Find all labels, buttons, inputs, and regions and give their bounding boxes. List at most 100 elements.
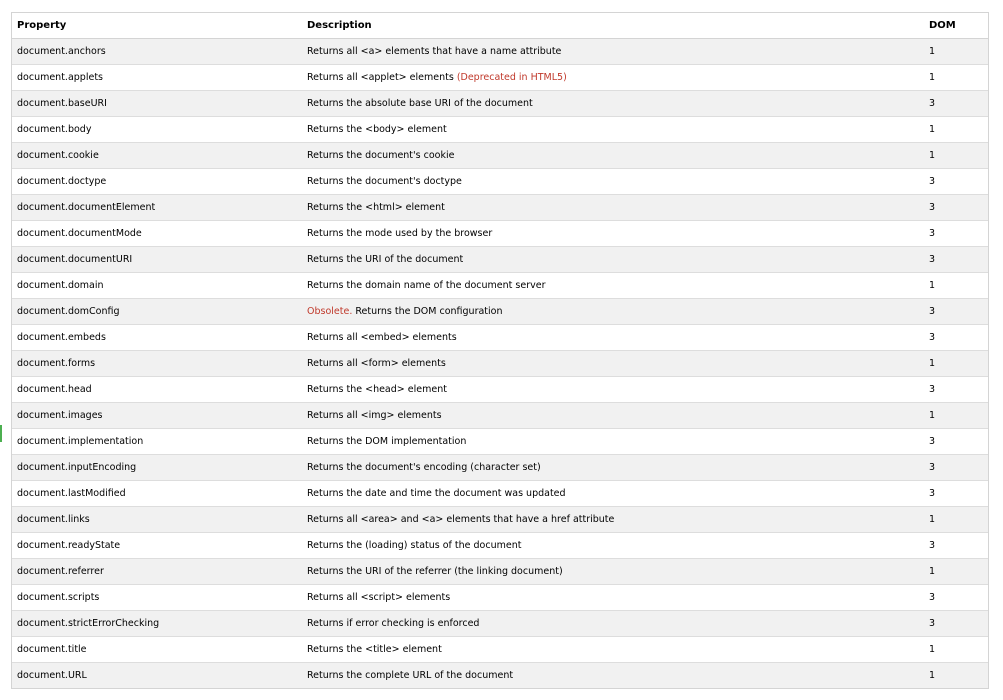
table-row: document.body Returns the <body> element 1 [12, 116, 988, 143]
dom-level-cell: 3 [924, 324, 988, 351]
property-cell: document.title [12, 636, 302, 663]
description-text: Returns all <form> elements [307, 358, 446, 369]
dom-level-cell: 1 [924, 116, 988, 143]
property-cell: document.domain [12, 272, 302, 299]
description-text: Returns the URI of the document [307, 254, 464, 265]
property-cell: document.readyState [12, 532, 302, 559]
dom-level-cell: 1 [924, 506, 988, 533]
property-cell: document.doctype [12, 168, 302, 195]
description-text: Returns the mode used by the browser [307, 228, 493, 239]
dom-level-cell: 3 [924, 454, 988, 481]
table-row: document.embeds Returns all <embed> eleme… [12, 324, 988, 351]
table-row: document.documentURI Returns the URI of t… [12, 246, 988, 273]
table-row: document.title Returns the <title> elemen… [12, 636, 988, 663]
property-cell: document.lastModified [12, 480, 302, 507]
dom-level-cell: 3 [924, 376, 988, 403]
table-row: document.domConfig Obsolete. Returns the … [12, 298, 988, 325]
description-cell: Returns the document's cookie [302, 142, 924, 169]
property-cell: document.links [12, 506, 302, 533]
description-text: Returns the <title> element [307, 644, 442, 655]
property-cell: document.referrer [12, 558, 302, 585]
description-cell: Returns the <title> element [302, 636, 924, 663]
table-row: document.links Returns all <area> and <a>… [12, 506, 988, 533]
table-row: document.applets Returns all <applet> ele… [12, 64, 988, 91]
property-cell: document.anchors [12, 38, 302, 65]
dom-level-cell: 3 [924, 584, 988, 611]
description-cell: Returns all <form> elements [302, 350, 924, 377]
property-cell: document.URL [12, 662, 302, 688]
description-text: Returns the URI of the referrer (the lin… [307, 566, 563, 577]
description-text: Returns the DOM implementation [307, 436, 467, 447]
header-dom: DOM [924, 13, 988, 39]
description-cell: Returns the absolute base URI of the doc… [302, 90, 924, 117]
description-cell: Returns the <head> element [302, 376, 924, 403]
dom-level-cell: 3 [924, 428, 988, 455]
property-cell: document.inputEncoding [12, 454, 302, 481]
table-row: document.cookie Returns the document's co… [12, 142, 988, 169]
dom-level-cell: 3 [924, 168, 988, 195]
table-row: document.URL Returns the complete URL of … [12, 662, 988, 688]
description-text: Returns the (loading) status of the docu… [307, 540, 522, 551]
dom-level-cell: 1 [924, 142, 988, 169]
description-cell: Returns all <a> elements that have a nam… [302, 38, 924, 65]
description-cell: Returns the mode used by the browser [302, 220, 924, 247]
table-row: document.inputEncoding Returns the docume… [12, 454, 988, 481]
description-cell: Returns all <img> elements [302, 402, 924, 429]
description-text: Returns the document's doctype [307, 176, 462, 187]
obsolete-label: Obsolete. [307, 306, 353, 317]
description-text: Returns all <img> elements [307, 410, 442, 421]
property-cell: document.images [12, 402, 302, 429]
dom-level-cell: 3 [924, 90, 988, 117]
dom-level-cell: 3 [924, 610, 988, 637]
description-cell: Returns the document's encoding (charact… [302, 454, 924, 481]
dom-level-cell: 1 [924, 350, 988, 377]
header-property: Property [12, 13, 302, 39]
description-cell: Returns the URI of the document [302, 246, 924, 273]
description-cell: Returns the date and time the document w… [302, 480, 924, 507]
dom-level-cell: 3 [924, 480, 988, 507]
property-cell: document.documentMode [12, 220, 302, 247]
description-cell: Returns the DOM implementation [302, 428, 924, 455]
dom-level-cell: 1 [924, 38, 988, 65]
table-row: document.forms Returns all <form> element… [12, 350, 988, 377]
property-cell: document.documentURI [12, 246, 302, 273]
table-row: document.baseURI Returns the absolute bas… [12, 90, 988, 117]
description-cell: Returns all <area> and <a> elements that… [302, 506, 924, 533]
dom-level-cell: 3 [924, 246, 988, 273]
description-cell: Returns all <script> elements [302, 584, 924, 611]
table-row: document.lastModified Returns the date an… [12, 480, 988, 507]
description-text: Returns all <applet> elements [307, 72, 454, 83]
table-row: document.head Returns the <head> element 3 [12, 376, 988, 403]
description-text: Returns the absolute base URI of the doc… [307, 98, 533, 109]
property-cell: document.body [12, 116, 302, 143]
description-text: Returns the date and time the document w… [307, 488, 566, 499]
dom-level-cell: 3 [924, 220, 988, 247]
properties-table: Property Description DOM document.anchor… [12, 13, 988, 688]
description-cell: Returns all <applet> elements (Deprecate… [302, 64, 924, 91]
dom-level-cell: 1 [924, 402, 988, 429]
dom-level-cell: 3 [924, 194, 988, 221]
description-cell: Returns all <embed> elements [302, 324, 924, 351]
table-header-row: Property Description DOM [12, 13, 988, 39]
property-cell: document.strictErrorChecking [12, 610, 302, 637]
description-text: Returns all <script> elements [307, 592, 451, 603]
description-text: Returns if error checking is enforced [307, 618, 480, 629]
table-row: document.referrer Returns the URI of the … [12, 558, 988, 585]
description-text: Returns all <area> and <a> elements that… [307, 514, 615, 525]
property-cell: document.applets [12, 64, 302, 91]
description-text: Returns the <head> element [307, 384, 447, 395]
table-row: document.domain Returns the domain name o… [12, 272, 988, 299]
table-row: document.doctype Returns the document's d… [12, 168, 988, 195]
property-cell: document.baseURI [12, 90, 302, 117]
description-text: Returns the domain name of the document … [307, 280, 546, 291]
property-cell: document.head [12, 376, 302, 403]
dom-level-cell: 3 [924, 532, 988, 559]
description-cell: Returns the <body> element [302, 116, 924, 143]
table-row: document.documentElement Returns the <htm… [12, 194, 988, 221]
dom-level-cell: 1 [924, 662, 988, 688]
description-text: Returns the <html> element [307, 202, 445, 213]
header-description: Description [302, 13, 924, 39]
description-cell: Returns the (loading) status of the docu… [302, 532, 924, 559]
property-cell: document.scripts [12, 584, 302, 611]
table-row: document.scripts Returns all <script> ele… [12, 584, 988, 611]
